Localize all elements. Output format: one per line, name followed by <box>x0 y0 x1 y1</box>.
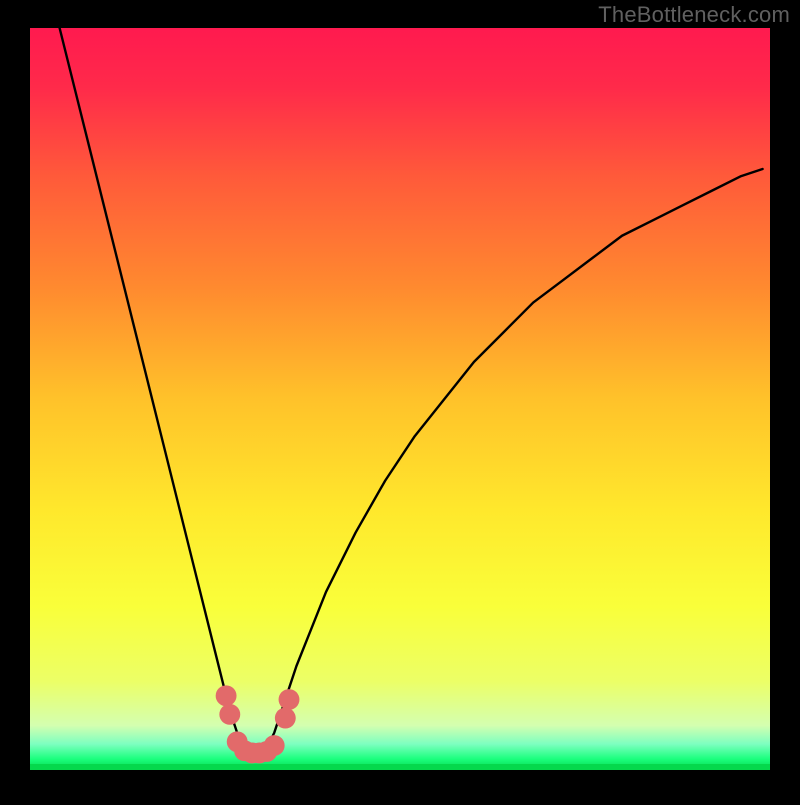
data-marker <box>216 685 237 706</box>
data-marker <box>279 689 300 710</box>
bottleneck-curve-chart <box>0 0 800 800</box>
chart-frame: TheBottleneck.com <box>0 0 800 800</box>
plot-background <box>30 28 770 770</box>
data-marker <box>219 704 240 725</box>
baseline-band <box>30 764 770 770</box>
data-marker <box>275 708 296 729</box>
data-marker <box>264 735 285 756</box>
watermark-text: TheBottleneck.com <box>598 2 790 28</box>
